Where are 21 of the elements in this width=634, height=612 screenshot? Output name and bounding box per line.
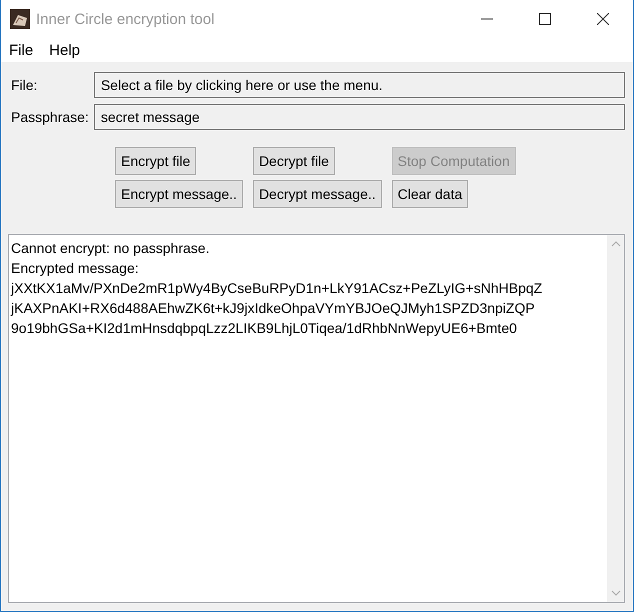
output-line: jKAXPnAKI+RX6d488AEhwZK6t+kJ9jxIdkeOhpaVYmYBJOeQJMyh1SPZD3npiZQP [11, 299, 536, 318]
output-line: jXXtKX1aMv/PXnDe2mR1pWy4ByCseBuRPyD1n+LkY91ACsz+PeZLyIG+sNhHBpqZ [11, 279, 544, 298]
output-line: Cannot encrypt: no passphrase. [11, 239, 210, 258]
action-button[interactable]: Encrypt message.. [115, 180, 243, 208]
action-button[interactable]: Decrypt message.. [252, 180, 382, 208]
close-icon[interactable] [597, 13, 609, 25]
field-label: Passphrase: [10, 109, 89, 125]
action-button[interactable]: Decrypt file [252, 147, 335, 175]
output-area[interactable] [8, 234, 625, 603]
window-title: Inner Circle encryption tool [36, 10, 214, 28]
maximize-icon[interactable] [539, 13, 551, 25]
input-field[interactable]: Select a file by clicking here or use the menu. [94, 72, 625, 98]
action-button[interactable]: Clear data [392, 180, 468, 208]
input-field[interactable]: secret message [94, 104, 625, 130]
action-button[interactable]: Encrypt file [115, 147, 196, 175]
app-icon [10, 9, 30, 29]
output-line: Encrypted message: [11, 259, 140, 278]
menu-item[interactable]: File [9, 42, 34, 58]
output-line: 9o19bhGSa+KI2d1mHnsdqbpqLzz2LIKB9LhjL0Tiqea/1dRhbNnWepyUE6+Bmte0 [11, 319, 518, 338]
field-label: File: [10, 77, 38, 93]
menu-item[interactable]: Help [49, 42, 80, 58]
